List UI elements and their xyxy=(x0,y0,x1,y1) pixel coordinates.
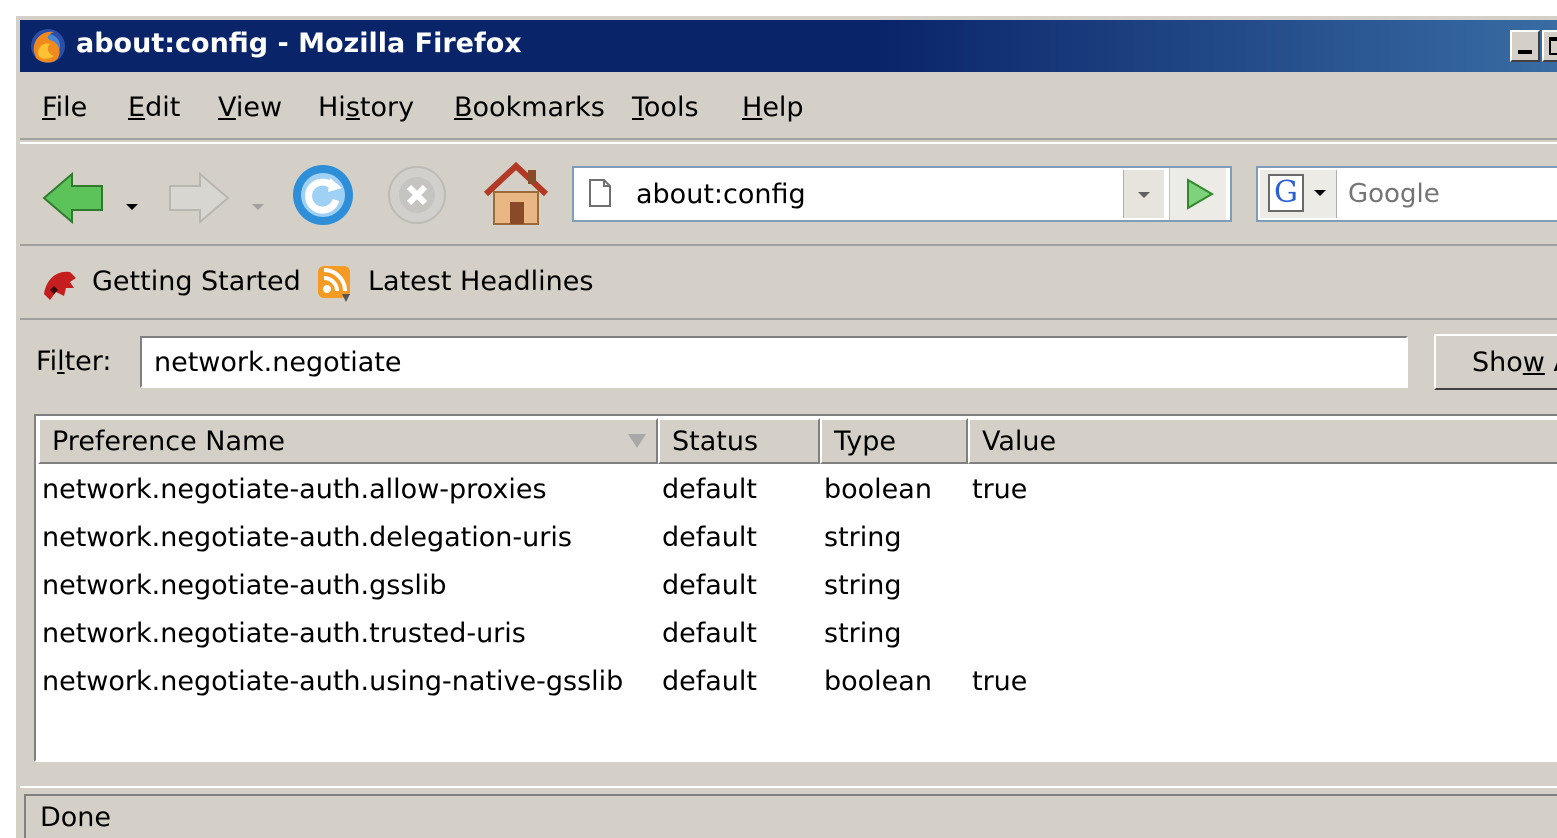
cell-status: default xyxy=(662,474,758,505)
url-input[interactable] xyxy=(636,176,1116,212)
maximize-button[interactable] xyxy=(1542,30,1557,62)
cell-type: boolean xyxy=(824,474,932,505)
menu-history[interactable]: History xyxy=(318,92,414,123)
navigation-toolbar: G xyxy=(20,142,1557,246)
url-dropdown-button[interactable] xyxy=(1123,170,1164,218)
cell-value: true xyxy=(972,474,1028,505)
home-icon[interactable] xyxy=(482,162,550,228)
sort-descending-icon xyxy=(628,434,646,448)
menu-file[interactable]: File xyxy=(42,92,87,123)
google-g-icon: G xyxy=(1268,174,1304,212)
bookmark-label: Latest Headlines xyxy=(368,266,594,297)
firefox-window: about:config - Mozilla Firefox File Edit V… xyxy=(14,14,1557,838)
show-all-button[interactable]: Show A xyxy=(1434,334,1557,390)
filter-label: Filter: xyxy=(36,346,112,377)
status-bar: Done xyxy=(20,786,1557,838)
search-input[interactable] xyxy=(1348,176,1548,212)
cell-status: default xyxy=(662,522,758,553)
cell-value: true xyxy=(972,666,1028,697)
search-box[interactable]: G xyxy=(1256,166,1557,222)
back-arrow-icon[interactable] xyxy=(40,168,106,228)
menu-bookmarks[interactable]: Bookmarks xyxy=(454,92,605,123)
cell-status: default xyxy=(662,666,758,697)
forward-arrow-icon[interactable] xyxy=(166,168,232,228)
bookmarks-toolbar: Getting Started Latest Headlines xyxy=(20,246,1557,320)
cell-type: string xyxy=(824,570,902,601)
bookmark-latest-headlines[interactable]: Latest Headlines xyxy=(316,264,596,304)
back-history-dropdown-icon[interactable] xyxy=(126,204,138,210)
chevron-down-icon xyxy=(1314,190,1326,196)
status-text: Done xyxy=(40,802,112,833)
filter-row: Filter: Show A xyxy=(20,332,1557,412)
table-header: Preference Name Status Type Value xyxy=(38,418,1557,464)
menu-bar: File Edit View History Bookmarks Tools Help xyxy=(20,78,1557,140)
minimize-icon xyxy=(1518,50,1532,54)
table-row[interactable]: network.negotiate-auth.using-native-gssl… xyxy=(38,658,1557,706)
cell-preference-name: network.negotiate-auth.delegation-uris xyxy=(42,522,572,553)
bookmark-label: Getting Started xyxy=(92,266,301,297)
forward-history-dropdown-icon[interactable] xyxy=(252,204,264,210)
cell-type: string xyxy=(824,618,902,649)
cell-preference-name: network.negotiate-auth.gsslib xyxy=(42,570,447,601)
cell-type: boolean xyxy=(824,666,932,697)
column-header-value[interactable]: Value xyxy=(968,418,1557,464)
firefox-dino-icon xyxy=(44,271,76,300)
column-header-type[interactable]: Type xyxy=(820,418,968,464)
table-row[interactable]: network.negotiate-auth.trusted-uris defau… xyxy=(38,610,1557,658)
maximize-icon xyxy=(1549,37,1557,55)
filter-input[interactable] xyxy=(140,336,1408,388)
go-arrow-icon xyxy=(1187,178,1214,210)
window-title: about:config - Mozilla Firefox xyxy=(76,28,522,59)
table-row[interactable]: network.negotiate-auth.allow-proxies defa… xyxy=(38,466,1557,514)
cell-status: default xyxy=(662,618,758,649)
table-row[interactable]: network.negotiate-auth.delegation-uris de… xyxy=(38,514,1557,562)
cell-type: string xyxy=(824,522,902,553)
status-pane: Done xyxy=(24,794,1557,838)
cell-preference-name: network.negotiate-auth.trusted-uris xyxy=(42,618,526,649)
menu-view[interactable]: View xyxy=(218,92,282,123)
preferences-table: Preference Name Status Type Value networ… xyxy=(34,414,1557,762)
bookmark-getting-started[interactable]: Getting Started xyxy=(40,264,301,304)
chevron-down-icon xyxy=(1138,192,1150,198)
menu-edit[interactable]: Edit xyxy=(128,92,180,123)
minimize-button[interactable] xyxy=(1510,30,1540,62)
cell-status: default xyxy=(662,570,758,601)
title-bar[interactable]: about:config - Mozilla Firefox xyxy=(20,20,1557,72)
rss-feed-icon xyxy=(318,266,350,302)
menu-help[interactable]: Help xyxy=(742,92,804,123)
menu-tools[interactable]: Tools xyxy=(632,92,699,123)
url-bar[interactable] xyxy=(572,166,1232,222)
column-header-status[interactable]: Status xyxy=(658,418,820,464)
reload-icon[interactable] xyxy=(290,162,356,228)
cell-preference-name: network.negotiate-auth.allow-proxies xyxy=(42,474,547,505)
search-engine-selector[interactable]: G xyxy=(1260,170,1337,218)
firefox-logo-icon xyxy=(31,29,65,63)
stop-icon[interactable] xyxy=(386,164,448,226)
table-row[interactable]: network.negotiate-auth.gsslib default stri… xyxy=(38,562,1557,610)
column-header-preference-name[interactable]: Preference Name xyxy=(38,418,658,464)
cell-preference-name: network.negotiate-auth.using-native-gssl… xyxy=(42,666,624,697)
page-icon xyxy=(589,179,611,207)
go-button[interactable] xyxy=(1169,168,1226,220)
